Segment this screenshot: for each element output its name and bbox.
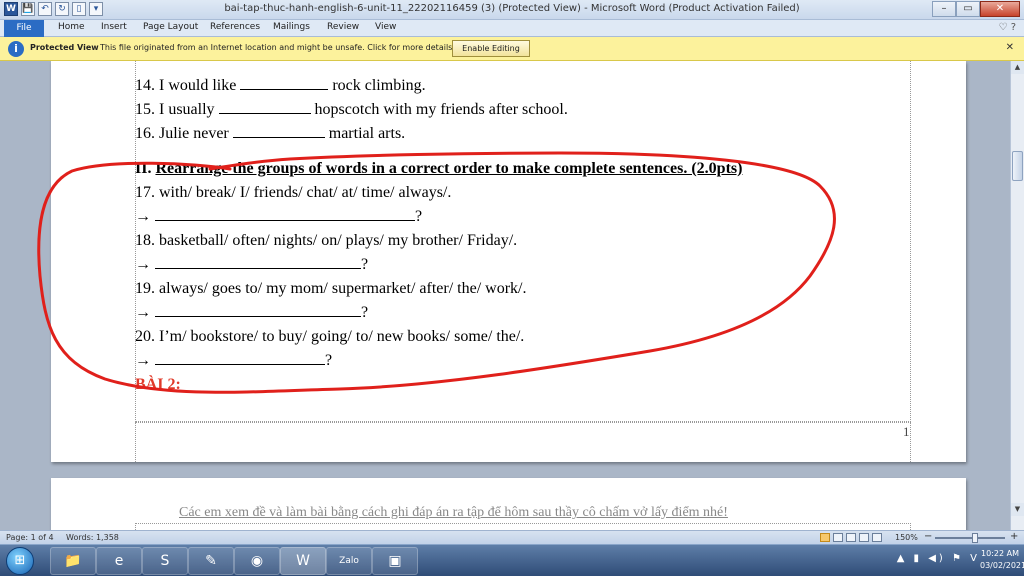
answer-blank bbox=[155, 253, 361, 269]
taskbar-explorer-icon[interactable]: 📁 bbox=[50, 547, 96, 575]
section-heading-text: Rearrange the groups of words in a corre… bbox=[155, 160, 743, 177]
arrow-icon: → bbox=[135, 208, 155, 225]
arrow-icon: → bbox=[135, 256, 155, 273]
exercise-line: 15. I usually hopscotch with my friends … bbox=[135, 98, 742, 122]
enable-editing-button[interactable]: Enable Editing bbox=[452, 40, 530, 57]
taskbar-s-app-icon[interactable]: S bbox=[142, 547, 188, 575]
clock-time: 10:22 AM bbox=[981, 549, 1019, 558]
minimize-button[interactable]: – bbox=[932, 1, 956, 17]
full-screen-reading-icon[interactable] bbox=[833, 533, 843, 542]
print-layout-icon[interactable] bbox=[820, 533, 830, 542]
word-count[interactable]: Words: 1,358 bbox=[66, 533, 119, 542]
answer-blank bbox=[240, 74, 329, 90]
tab-mailings[interactable]: Mailings bbox=[273, 22, 310, 32]
document-page-2[interactable]: Các em xem đề và làm bài bằng cách ghi đ… bbox=[51, 478, 966, 530]
answer-blank bbox=[155, 349, 325, 365]
tab-references[interactable]: References bbox=[210, 22, 260, 32]
question-mark: ? bbox=[361, 304, 369, 321]
scroll-up-icon[interactable]: ▲ bbox=[1011, 61, 1024, 74]
close-icon[interactable]: ✕ bbox=[1006, 42, 1014, 53]
answer-blank bbox=[155, 205, 415, 221]
taskbar-zalo-icon[interactable]: Zalo bbox=[326, 547, 372, 575]
view-mode-icons bbox=[820, 533, 882, 542]
document-body[interactable]: 14. I would like rock climbing. 15. I usu… bbox=[135, 74, 742, 397]
maximize-button[interactable]: ▭ bbox=[956, 1, 980, 17]
info-icon: i bbox=[8, 41, 24, 57]
footer-area bbox=[135, 422, 911, 462]
question-mark: ? bbox=[361, 256, 369, 273]
exercise-text: 14. I would like bbox=[135, 77, 241, 94]
taskbar: ⊞ 📁 e S ✎ ◉ W Zalo ▣ ▲ ▮ ◀) ⚑ V 10:22 AM 03/02/… bbox=[0, 544, 1024, 576]
arrow-icon: → bbox=[135, 352, 155, 369]
document-area[interactable]: 1 14. I would like rock climbing. 15. I u… bbox=[0, 61, 1010, 530]
exercise-text-end: martial arts. bbox=[324, 125, 406, 142]
web-layout-icon[interactable] bbox=[846, 533, 856, 542]
answer-blank bbox=[155, 301, 361, 317]
exercise-line: 16. Julie never martial arts. bbox=[135, 122, 742, 146]
window-title: bai-tap-thuc-hanh-english-6-unit-11_2220… bbox=[224, 3, 800, 14]
ribbon-tabs: File Home Insert Page Layout References … bbox=[0, 20, 1024, 37]
clock-date: 03/02/2021 bbox=[980, 561, 1024, 570]
tab-home[interactable]: Home bbox=[58, 22, 85, 32]
taskbar-word-icon[interactable]: W bbox=[280, 547, 326, 575]
start-button[interactable]: ⊞ bbox=[6, 547, 34, 575]
answer-line: → ? bbox=[135, 205, 742, 229]
protected-view-title: Protected View bbox=[30, 43, 99, 52]
bai-2-heading: BÀI 2: bbox=[135, 376, 181, 393]
page-count[interactable]: Page: 1 of 4 bbox=[6, 533, 54, 542]
rearrange-prompt: 19. always/ goes to/ my mom/ supermarket… bbox=[135, 280, 527, 297]
tab-review[interactable]: Review bbox=[327, 22, 359, 32]
close-button[interactable]: ✕ bbox=[980, 1, 1020, 17]
help-icon[interactable]: ♡ ? bbox=[999, 22, 1016, 33]
tab-insert[interactable]: Insert bbox=[101, 22, 127, 32]
exercise-text-end: rock climbing. bbox=[328, 77, 426, 94]
draft-icon[interactable] bbox=[872, 533, 882, 542]
outline-icon[interactable] bbox=[859, 533, 869, 542]
zoom-slider[interactable] bbox=[935, 537, 1005, 539]
system-tray-icons[interactable]: ▲ ▮ ◀) ⚑ V bbox=[897, 553, 980, 564]
vertical-scrollbar[interactable]: ▲ ▼ bbox=[1010, 61, 1024, 530]
tab-file[interactable]: File bbox=[4, 20, 44, 37]
text-boundary-2 bbox=[135, 523, 911, 530]
rearrange-prompt: 20. I’m/ bookstore/ to buy/ going/ to/ n… bbox=[135, 328, 525, 345]
tab-view[interactable]: View bbox=[375, 22, 396, 32]
zoom-level[interactable]: 150% bbox=[895, 533, 918, 542]
scroll-thumb[interactable] bbox=[1012, 151, 1023, 181]
taskbar-chrome-icon[interactable]: ◉ bbox=[234, 547, 280, 575]
exercise-text-end: hopscotch with my friends after school. bbox=[310, 101, 568, 118]
arrow-icon: → bbox=[135, 304, 155, 321]
status-bar: Page: 1 of 4 Words: 1,358 150% − + bbox=[0, 530, 1024, 544]
title-bar: W 💾 ↶ ↻ ▯ ▾ bai-tap-thuc-hanh-english-6-… bbox=[0, 0, 1024, 20]
scroll-down-icon[interactable]: ▼ bbox=[1011, 503, 1024, 516]
clock[interactable]: 10:22 AM 03/02/2021 bbox=[980, 548, 1024, 572]
protected-view-bar: i Protected View This file originated fr… bbox=[0, 37, 1024, 61]
answer-line: → ? bbox=[135, 349, 742, 373]
taskbar-paint-icon[interactable]: ✎ bbox=[188, 547, 234, 575]
taskbar-viewer-icon[interactable]: ▣ bbox=[372, 547, 418, 575]
zoom-in-icon[interactable]: + bbox=[1010, 531, 1018, 542]
protected-view-message[interactable]: This file originated from an Internet lo… bbox=[100, 43, 455, 52]
answer-blank bbox=[232, 122, 325, 138]
exercise-text: 15. I usually bbox=[135, 101, 219, 118]
page-number: 1 bbox=[903, 424, 910, 439]
answer-line: → ? bbox=[135, 301, 742, 325]
zoom-out-icon[interactable]: − bbox=[924, 531, 932, 542]
answer-line: → ? bbox=[135, 253, 742, 277]
exercise-text: 16. Julie never bbox=[135, 125, 233, 142]
taskbar-internet-explorer-icon[interactable]: e bbox=[96, 547, 142, 575]
exercise-line: 14. I would like rock climbing. bbox=[135, 74, 742, 98]
tab-page-layout[interactable]: Page Layout bbox=[143, 22, 198, 32]
document-page[interactable]: 1 14. I would like rock climbing. 15. I u… bbox=[51, 61, 966, 462]
question-mark: ? bbox=[415, 208, 423, 225]
zoom-slider-knob[interactable] bbox=[972, 533, 978, 543]
answer-blank bbox=[218, 98, 311, 114]
rearrange-prompt: 18. basketball/ often/ nights/ on/ plays… bbox=[135, 232, 518, 249]
question-mark: ? bbox=[325, 352, 333, 369]
rearrange-prompt: 17. with/ break/ I/ friends/ chat/ at/ t… bbox=[135, 184, 452, 201]
section-heading: II. Rearrange the groups of words in a c… bbox=[135, 157, 742, 181]
page-2-note: Các em xem đề và làm bài bằng cách ghi đ… bbox=[179, 505, 728, 520]
section-number: II. bbox=[135, 160, 156, 177]
